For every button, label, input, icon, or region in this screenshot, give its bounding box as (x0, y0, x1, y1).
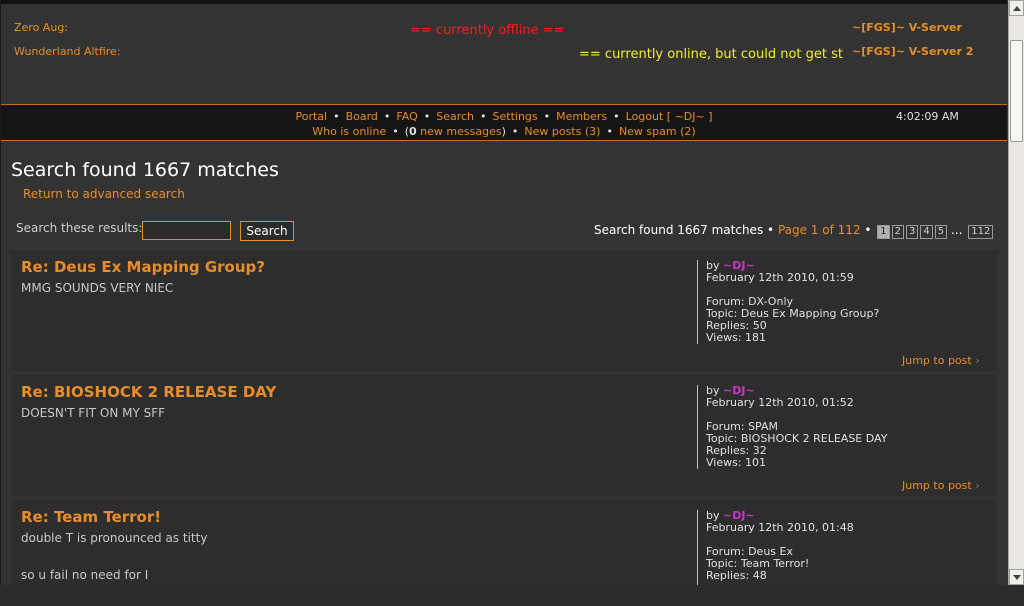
views-count: 181 (745, 331, 767, 344)
scroll-up-button[interactable] (1009, 0, 1024, 16)
post-body: MMG SOUNDS VERY NIEC (21, 282, 173, 319)
nav-new-posts[interactable]: New posts (3) (524, 125, 600, 138)
nav-settings[interactable]: Settings (493, 110, 538, 123)
post-date: February 12th 2010, 01:59 (706, 271, 854, 284)
nav-who-online[interactable]: Who is online (312, 125, 386, 138)
advanced-search-link[interactable]: Return to advanced search (23, 187, 185, 201)
pager-separator: • (864, 223, 876, 237)
post-text: so u fail no need for I (21, 568, 149, 582)
post-date: February 12th 2010, 01:48 (706, 521, 854, 534)
nav-separator: • (423, 110, 431, 123)
server-label-zero-aug: Zero Aug: (14, 21, 68, 34)
replies-count: 48 (752, 569, 767, 582)
views-label: Views: (706, 331, 746, 344)
nav-separator: • (383, 110, 391, 123)
server-name-2[interactable]: ~[FGS]~ V-Server 2 (852, 45, 973, 58)
nav-search[interactable]: Search (436, 110, 474, 123)
server-name-1[interactable]: ~[FGS]~ V-Server (852, 21, 962, 34)
page-of[interactable]: Page 1 of 112 (778, 223, 861, 237)
search-results-label: Search these results: (16, 221, 143, 235)
post-title-link[interactable]: Re: BIOSHOCK 2 RELEASE DAY (21, 383, 276, 401)
nav-separator: • (543, 110, 551, 123)
post-title-link[interactable]: Re: Deus Ex Mapping Group? (21, 258, 265, 276)
server-status-offline: == currently offline == (410, 23, 565, 38)
post-text: DOESN'T FIT ON MY SFF (21, 406, 166, 420)
jump-to-post-link[interactable]: Jump to post › (902, 354, 980, 367)
nav-separator: • (392, 125, 399, 138)
nav-messages-close-paren: ) (501, 125, 506, 138)
nav-new-spam[interactable]: New spam (2) (619, 125, 696, 138)
page-2[interactable]: 2 (891, 225, 905, 239)
page-4[interactable]: 4 (920, 225, 933, 239)
new-messages-count: 0 (409, 125, 417, 138)
arrow-down-icon (1013, 575, 1021, 580)
page-last[interactable]: 112 (968, 225, 994, 239)
nav-portal[interactable]: Portal (295, 110, 327, 123)
post-date: February 12th 2010, 01:52 (706, 396, 854, 409)
main-navbar: Portal • Board • FAQ • Search • Settings • Members… (1, 105, 1007, 141)
pager-ellipsis: ... (950, 223, 963, 237)
server-status-online: == currently online, but could not get s… (579, 47, 843, 62)
pagination: Search found 1667 matches • Page 1 of 11… (594, 223, 994, 239)
page-3[interactable]: 3 (906, 225, 919, 239)
jump-label: Jump to post (902, 354, 972, 367)
views-label: Views: (706, 456, 746, 469)
post-text: MMG SOUNDS VERY NIEC (21, 281, 174, 295)
jump-label: Jump to post (902, 479, 972, 492)
pager-separator: • (767, 223, 778, 237)
search-button[interactable]: Search (240, 221, 294, 241)
scroll-down-button[interactable] (1009, 569, 1024, 585)
page-5[interactable]: 5 (934, 225, 948, 239)
nav-members[interactable]: Members (556, 110, 607, 123)
chevron-right-icon: › (975, 479, 980, 492)
nav-board[interactable]: Board (346, 110, 378, 123)
nav-separator: • (613, 110, 620, 123)
jump-to-post-link[interactable]: Jump to post › (902, 479, 980, 492)
search-results-input[interactable] (142, 221, 231, 240)
nav-row-1: Portal • Board • FAQ • Search • Settings • Members… (1, 110, 1007, 123)
post-meta: by ~DJ~ February 12th 2010, 01:48 Forum:… (697, 510, 854, 585)
nav-separator: • (511, 125, 519, 138)
search-result-post: Re: BIOSHOCK 2 RELEASE DAY DOESN'T FIT O… (11, 375, 997, 496)
nav-separator: • (480, 110, 487, 123)
nav-separator: • (333, 110, 340, 123)
clock: 4:02:09 AM (896, 110, 959, 123)
nav-logout[interactable]: Logout [ ~DJ~ ] (626, 110, 713, 123)
nav-row-2: Who is online • (0 new messages) • New posts… (1, 125, 1007, 138)
post-meta: by ~DJ~ February 12th 2010, 01:52 Forum:… (697, 385, 887, 469)
chevron-right-icon: › (975, 354, 980, 367)
nav-new-messages[interactable]: new messages (417, 125, 501, 138)
post-text: double T is pronounced as titty (21, 531, 208, 545)
replies-label: Replies: (706, 569, 753, 582)
server-status-panel: Zero Aug: == currently offline == ~[FGS]… (1, 4, 1007, 105)
search-result-post: Re: Team Terror! double T is pronounced … (11, 500, 997, 585)
post-title-link[interactable]: Re: Team Terror! (21, 508, 161, 526)
nav-separator: • (606, 125, 613, 138)
post-body: DOESN'T FIT ON MY SFF (21, 407, 165, 444)
views-count: 101 (745, 456, 767, 469)
search-result-post: Re: Deus Ex Mapping Group? MMG SOUNDS VE… (11, 250, 997, 371)
results-summary: Search found 1667 matches (594, 223, 764, 237)
page-1: 1 (877, 225, 890, 239)
post-body: double T is pronounced as titty so u fai… (21, 532, 207, 606)
vertical-scrollbar[interactable] (1008, 0, 1024, 585)
arrow-up-icon (1013, 6, 1021, 11)
page-title: Search found 1667 matches (11, 159, 279, 181)
server-label-wunderland: Wunderland Altfire: (14, 45, 121, 58)
post-meta: by ~DJ~ February 12th 2010, 01:59 Forum:… (697, 260, 879, 344)
nav-faq[interactable]: FAQ (396, 110, 417, 123)
scrollbar-thumb[interactable] (1010, 40, 1023, 142)
